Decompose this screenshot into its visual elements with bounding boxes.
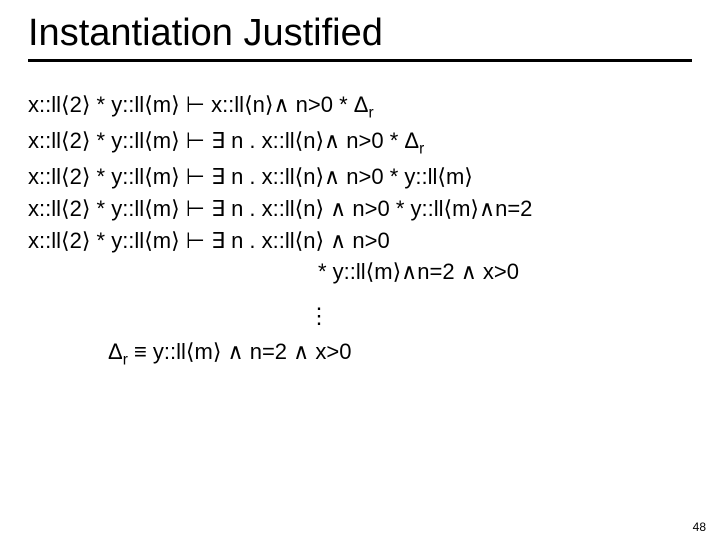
title-underline (28, 59, 692, 62)
subscript: r (368, 104, 373, 121)
derivation-line-continuation: * y::ll⟨m⟩∧n=2 ∧ x>0 (28, 257, 692, 287)
delta-symbol: Δ (108, 339, 123, 364)
line-text: x::ll⟨2⟩ * y::ll⟨m⟩ ⊢ ∃ n . x::ll⟨n⟩∧ n>… (28, 128, 419, 153)
derivation-line: x::ll⟨2⟩ * y::ll⟨m⟩ ⊢ ∃ n . x::ll⟨n⟩∧ n>… (28, 162, 692, 192)
definition-line: Δr ≡ y::ll⟨m⟩ ∧ n=2 ∧ x>0 (28, 337, 692, 371)
derivation-line: x::ll⟨2⟩ * y::ll⟨m⟩ ⊢ ∃ n . x::ll⟨n⟩ ∧ n… (28, 194, 692, 224)
subscript: r (419, 141, 424, 158)
line-text: x::ll⟨2⟩ * y::ll⟨m⟩ ⊢ x::ll⟨n⟩∧ n>0 * Δ (28, 92, 368, 117)
slide: Instantiation Justified x::ll⟨2⟩ * y::ll… (0, 0, 720, 540)
ellipsis-vertical-icon: ⋮ (28, 301, 692, 331)
derivation-line: x::ll⟨2⟩ * y::ll⟨m⟩ ⊢ x::ll⟨n⟩∧ n>0 * Δr (28, 90, 692, 124)
definition-text: ≡ y::ll⟨m⟩ ∧ n=2 ∧ x>0 (128, 339, 352, 364)
slide-title: Instantiation Justified (28, 12, 692, 55)
derivation-line: x::ll⟨2⟩ * y::ll⟨m⟩ ⊢ ∃ n . x::ll⟨n⟩∧ n>… (28, 126, 692, 160)
slide-body: x::ll⟨2⟩ * y::ll⟨m⟩ ⊢ x::ll⟨n⟩∧ n>0 * Δr… (28, 90, 692, 371)
derivation-line: x::ll⟨2⟩ * y::ll⟨m⟩ ⊢ ∃ n . x::ll⟨n⟩ ∧ n… (28, 226, 692, 256)
page-number: 48 (693, 520, 706, 534)
